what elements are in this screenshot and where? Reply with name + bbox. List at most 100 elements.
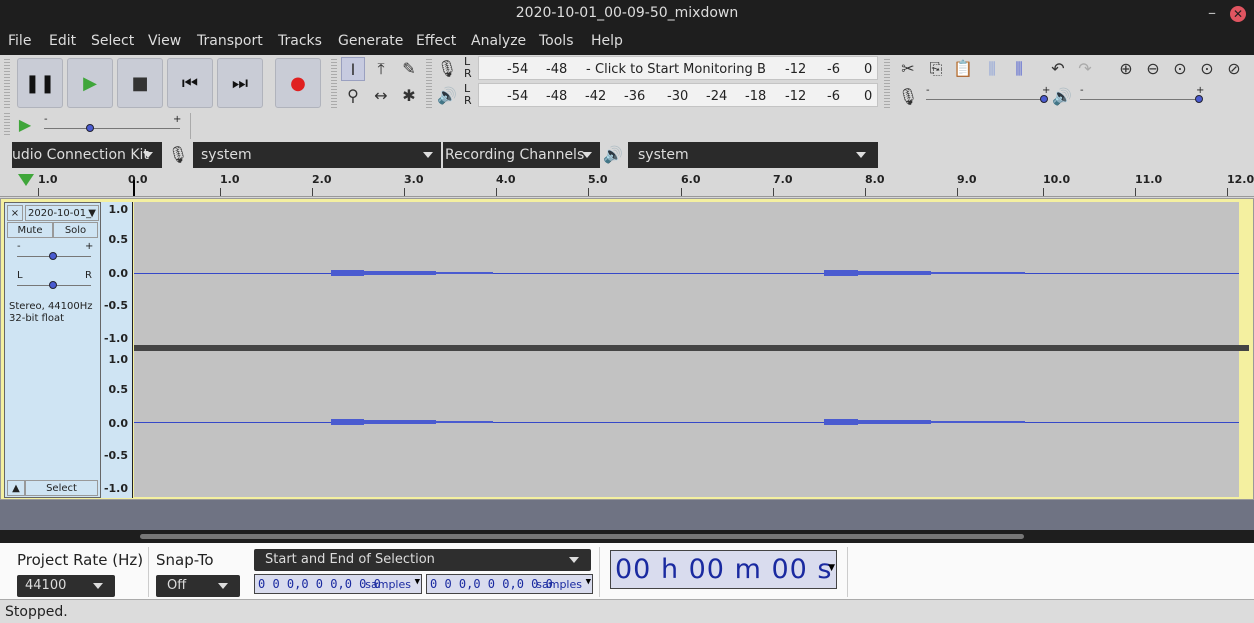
mute-button[interactable]: Mute bbox=[7, 222, 53, 238]
horizontal-scrollbar[interactable] bbox=[0, 530, 1254, 543]
record-meter[interactable]: -54 -48 - Click to Start Monitoring B -1… bbox=[478, 56, 878, 80]
silence-icon[interactable]: ⫼ bbox=[1007, 57, 1031, 81]
chevron-down-icon[interactable]: ▼ bbox=[586, 577, 591, 587]
recording-channels-select[interactable]: Recording Channels bbox=[443, 142, 600, 168]
paste-icon[interactable]: 📋 bbox=[951, 57, 975, 81]
zoom-toggle-icon[interactable]: ⊘ bbox=[1222, 57, 1246, 81]
menu-effect[interactable]: Effect bbox=[416, 33, 456, 49]
record-volume-slider[interactable] bbox=[926, 99, 1046, 100]
ruler-tick: 4.0 bbox=[496, 173, 516, 186]
ruler-tick: 12.0 bbox=[1227, 173, 1254, 186]
menu-transport[interactable]: Transport bbox=[197, 33, 263, 49]
snap-to-select[interactable]: Off bbox=[156, 575, 240, 597]
toolbar-grip[interactable] bbox=[4, 59, 10, 109]
fit-project-icon[interactable]: ⊙ bbox=[1195, 57, 1219, 81]
play-speed-knob[interactable] bbox=[86, 124, 94, 132]
track-control-panel[interactable]: × 2020-10-01_ ▼ Mute Solo - + L R Stereo… bbox=[4, 202, 101, 498]
playback-volume-slider[interactable] bbox=[1080, 99, 1200, 100]
vscale-tick: 0.5 bbox=[108, 383, 129, 396]
time-display-value: 00 h 00 m 00 s bbox=[615, 554, 833, 585]
envelope-tool-icon[interactable]: ⤒ bbox=[369, 57, 393, 81]
menu-tools[interactable]: Tools bbox=[539, 33, 574, 49]
cut-icon[interactable]: ✂ bbox=[896, 57, 920, 81]
zero-line bbox=[134, 273, 1239, 274]
playback-meter[interactable]: -54 -48 -42 -36 -30 -24 -18 -12 -6 0 bbox=[478, 83, 878, 107]
skip-end-button[interactable]: ⏭ bbox=[217, 58, 263, 108]
meter-tick: -36 bbox=[624, 89, 646, 104]
play-button[interactable]: ▶ bbox=[67, 58, 113, 108]
playback-meter-speaker-icon[interactable]: 🔊 bbox=[435, 84, 459, 108]
vscale-tick: 1.0 bbox=[108, 203, 129, 216]
zoom-out-icon[interactable]: ⊖ bbox=[1141, 57, 1165, 81]
copy-icon[interactable]: ⎘ bbox=[924, 57, 948, 81]
waveform-right-channel[interactable] bbox=[134, 351, 1239, 497]
toolbar-grip[interactable] bbox=[4, 113, 10, 137]
play-head-icon[interactable] bbox=[18, 174, 34, 186]
minimize-button[interactable]: – bbox=[1208, 3, 1216, 22]
selection-mode-select[interactable]: Start and End of Selection bbox=[254, 549, 591, 571]
menu-help[interactable]: Help bbox=[591, 33, 623, 49]
audio-clip bbox=[824, 270, 858, 276]
toolbar-grip[interactable] bbox=[331, 59, 337, 109]
pan-knob[interactable] bbox=[49, 281, 57, 289]
solo-button[interactable]: Solo bbox=[53, 222, 98, 238]
undo-icon[interactable]: ↶ bbox=[1046, 57, 1070, 81]
multi-tool-icon[interactable]: ✱ bbox=[397, 84, 421, 108]
skip-start-button[interactable]: ⏮ bbox=[167, 58, 213, 108]
chevron-down-icon[interactable]: ▼ bbox=[415, 577, 420, 587]
time-display[interactable]: 00 h 00 m 00 s ▼ bbox=[610, 550, 837, 589]
toolbar-grip[interactable] bbox=[884, 59, 890, 109]
menu-bar: File Edit Select View Transport Tracks G… bbox=[0, 28, 1254, 55]
timeline-ruler[interactable]: 1.0 0.0 1.0 2.0 3.0 4.0 5.0 6.0 7.0 8.0 … bbox=[0, 170, 1254, 197]
chevron-down-icon[interactable]: ▼ bbox=[828, 563, 835, 573]
fit-selection-icon[interactable]: ⊙ bbox=[1168, 57, 1192, 81]
menu-view[interactable]: View bbox=[148, 33, 181, 49]
close-button[interactable]: ✕ bbox=[1230, 6, 1246, 22]
selection-start-field[interactable]: 0 0 0,0 0 0,0 0 0 samples ▼ bbox=[254, 574, 422, 594]
redo-icon[interactable]: ↷ bbox=[1073, 57, 1097, 81]
menu-file[interactable]: File bbox=[8, 33, 31, 49]
play-icon: ▶ bbox=[83, 73, 97, 94]
menu-select[interactable]: Select bbox=[91, 33, 134, 49]
pause-button[interactable]: ❚❚ bbox=[17, 58, 63, 108]
play-at-speed-icon[interactable]: ▶ bbox=[13, 113, 37, 137]
recording-device-select[interactable]: system bbox=[193, 142, 441, 168]
menu-analyze[interactable]: Analyze bbox=[471, 33, 526, 49]
trim-icon[interactable]: ⫼ bbox=[980, 57, 1004, 81]
vscale-tick: 0.5 bbox=[108, 233, 129, 246]
track-close-button[interactable]: × bbox=[7, 205, 23, 221]
toolbar-grip[interactable] bbox=[426, 59, 432, 109]
timeshift-tool-icon[interactable]: ↔ bbox=[369, 84, 393, 108]
selection-end-field[interactable]: 0 0 0,0 0 0,0 0 0 samples ▼ bbox=[426, 574, 593, 594]
menu-edit[interactable]: Edit bbox=[49, 33, 76, 49]
menu-generate[interactable]: Generate bbox=[338, 33, 403, 49]
zoom-tool-icon[interactable]: ⚲ bbox=[341, 84, 365, 108]
draw-tool-icon[interactable]: ✎ bbox=[397, 57, 421, 81]
collapse-track-button[interactable]: ▲ bbox=[7, 480, 25, 496]
host-select[interactable]: udio Connection Kit bbox=[12, 142, 162, 168]
playback-volume-knob[interactable] bbox=[1195, 95, 1203, 103]
amplitude-ruler[interactable]: 1.0 0.5 0.0 -0.5 -1.0 1.0 0.5 0.0 -0.5 -… bbox=[101, 202, 133, 498]
gain-knob[interactable] bbox=[49, 252, 57, 260]
scrollbar-thumb[interactable] bbox=[140, 534, 1024, 539]
ruler-tick: 3.0 bbox=[404, 173, 424, 186]
project-rate-select[interactable]: 44100 bbox=[17, 575, 115, 597]
selection-tool-icon[interactable]: I bbox=[341, 57, 365, 81]
skip-end-icon: ⏭ bbox=[231, 73, 249, 94]
record-meter-mic-icon[interactable]: 🎙 bbox=[435, 57, 459, 81]
meter-tick: -48 bbox=[546, 62, 568, 77]
stop-button[interactable]: ■ bbox=[117, 58, 163, 108]
waveform-left-channel[interactable] bbox=[134, 202, 1239, 345]
recording-channels-value: Recording Channels bbox=[445, 147, 585, 163]
menu-tracks[interactable]: Tracks bbox=[278, 33, 322, 49]
zero-line bbox=[134, 422, 1239, 423]
play-speed-slider[interactable] bbox=[44, 128, 180, 129]
select-track-button[interactable]: Select bbox=[25, 480, 98, 496]
click-to-start-monitoring[interactable]: Click to Start Monitoring bbox=[595, 62, 753, 77]
playback-device-select[interactable]: system bbox=[628, 142, 878, 168]
record-volume-knob[interactable] bbox=[1040, 95, 1048, 103]
track-name-menu[interactable]: 2020-10-01_ ▼ bbox=[25, 205, 99, 221]
record-button[interactable]: ● bbox=[275, 58, 321, 108]
zoom-in-icon[interactable]: ⊕ bbox=[1114, 57, 1138, 81]
empty-track-space[interactable] bbox=[0, 500, 1254, 530]
